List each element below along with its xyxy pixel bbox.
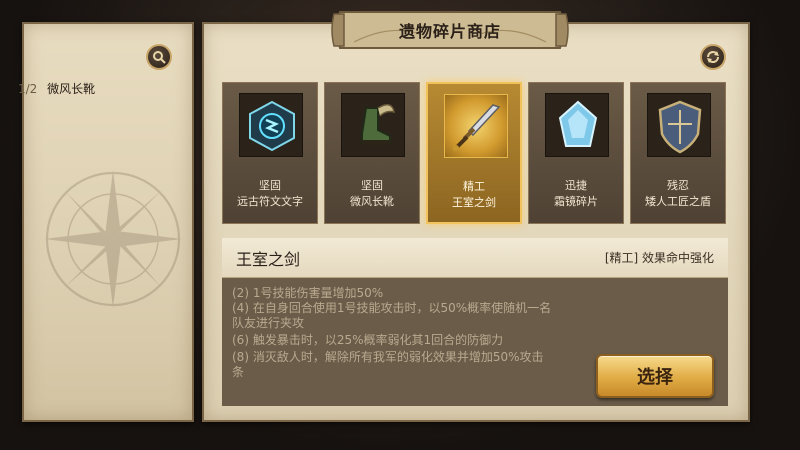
card-quality: 迅捷: [565, 179, 587, 192]
set-effect-line: (8) 消灭敌人时，解除所有我军的弱化效果并增加50%攻击: [232, 350, 544, 364]
set-effect-line: (4) 在自身回合使用1号技能攻击时，以50%概率使随机一名: [232, 301, 552, 315]
rune-icon: [239, 93, 303, 157]
refresh-icon: [707, 51, 719, 63]
relic-card-rune[interactable]: 坚固 远古符文文字: [222, 82, 318, 224]
relic-detail-name: 王室之剑: [236, 250, 301, 269]
frost-mirror-icon: [545, 93, 609, 157]
relic-detail-header: 王室之剑 [精工] 效果命中强化: [222, 238, 728, 278]
card-quality: 残忍: [667, 179, 689, 192]
search-button[interactable]: [146, 44, 172, 70]
card-name: 矮人工匠之盾: [645, 195, 711, 208]
set-effect-line: 队友进行夹攻: [232, 316, 305, 330]
shop-title: 遗物碎片商店: [398, 22, 501, 41]
search-icon: [153, 51, 166, 64]
sword-icon: [444, 94, 508, 158]
relic-card-boots[interactable]: 坚固 微风长靴: [324, 82, 420, 224]
select-button[interactable]: 选择: [596, 354, 714, 398]
relic-card-shield[interactable]: 残忍 矮人工匠之盾: [630, 82, 726, 224]
card-quality: 精工: [463, 180, 485, 193]
relic-fragment-count: 1/2: [18, 82, 38, 96]
card-quality: 坚固: [259, 179, 281, 192]
boots-icon: [341, 93, 405, 157]
relic-list-item[interactable]: 1/2 微风长靴: [18, 80, 95, 97]
card-name: 王室之剑: [452, 196, 496, 209]
set-effect-line: (6) 触发暴击时，以25%概率弱化其1回合的防御力: [232, 333, 504, 347]
title-banner: 遗物碎片商店: [330, 4, 570, 56]
card-name: 远古符文文字: [237, 195, 303, 208]
relic-name: 微风长靴: [47, 82, 96, 96]
card-quality: 坚固: [361, 179, 383, 192]
set-effect-line: 条: [232, 365, 245, 379]
relic-card-sword[interactable]: 精工 王室之剑: [426, 82, 522, 224]
refresh-button[interactable]: [700, 44, 726, 70]
set-effect-line: (2) 1号技能伤害量增加50%: [232, 286, 384, 300]
shield-icon: [647, 93, 711, 157]
card-name: 微风长靴: [350, 195, 394, 208]
card-name: 霜镜碎片: [554, 195, 598, 208]
relic-effect-tag: [精工] 效果命中强化: [604, 251, 714, 265]
compass-rose-decoration: [44, 170, 182, 308]
relic-card-frost-mirror[interactable]: 迅捷 霜镜碎片: [528, 82, 624, 224]
